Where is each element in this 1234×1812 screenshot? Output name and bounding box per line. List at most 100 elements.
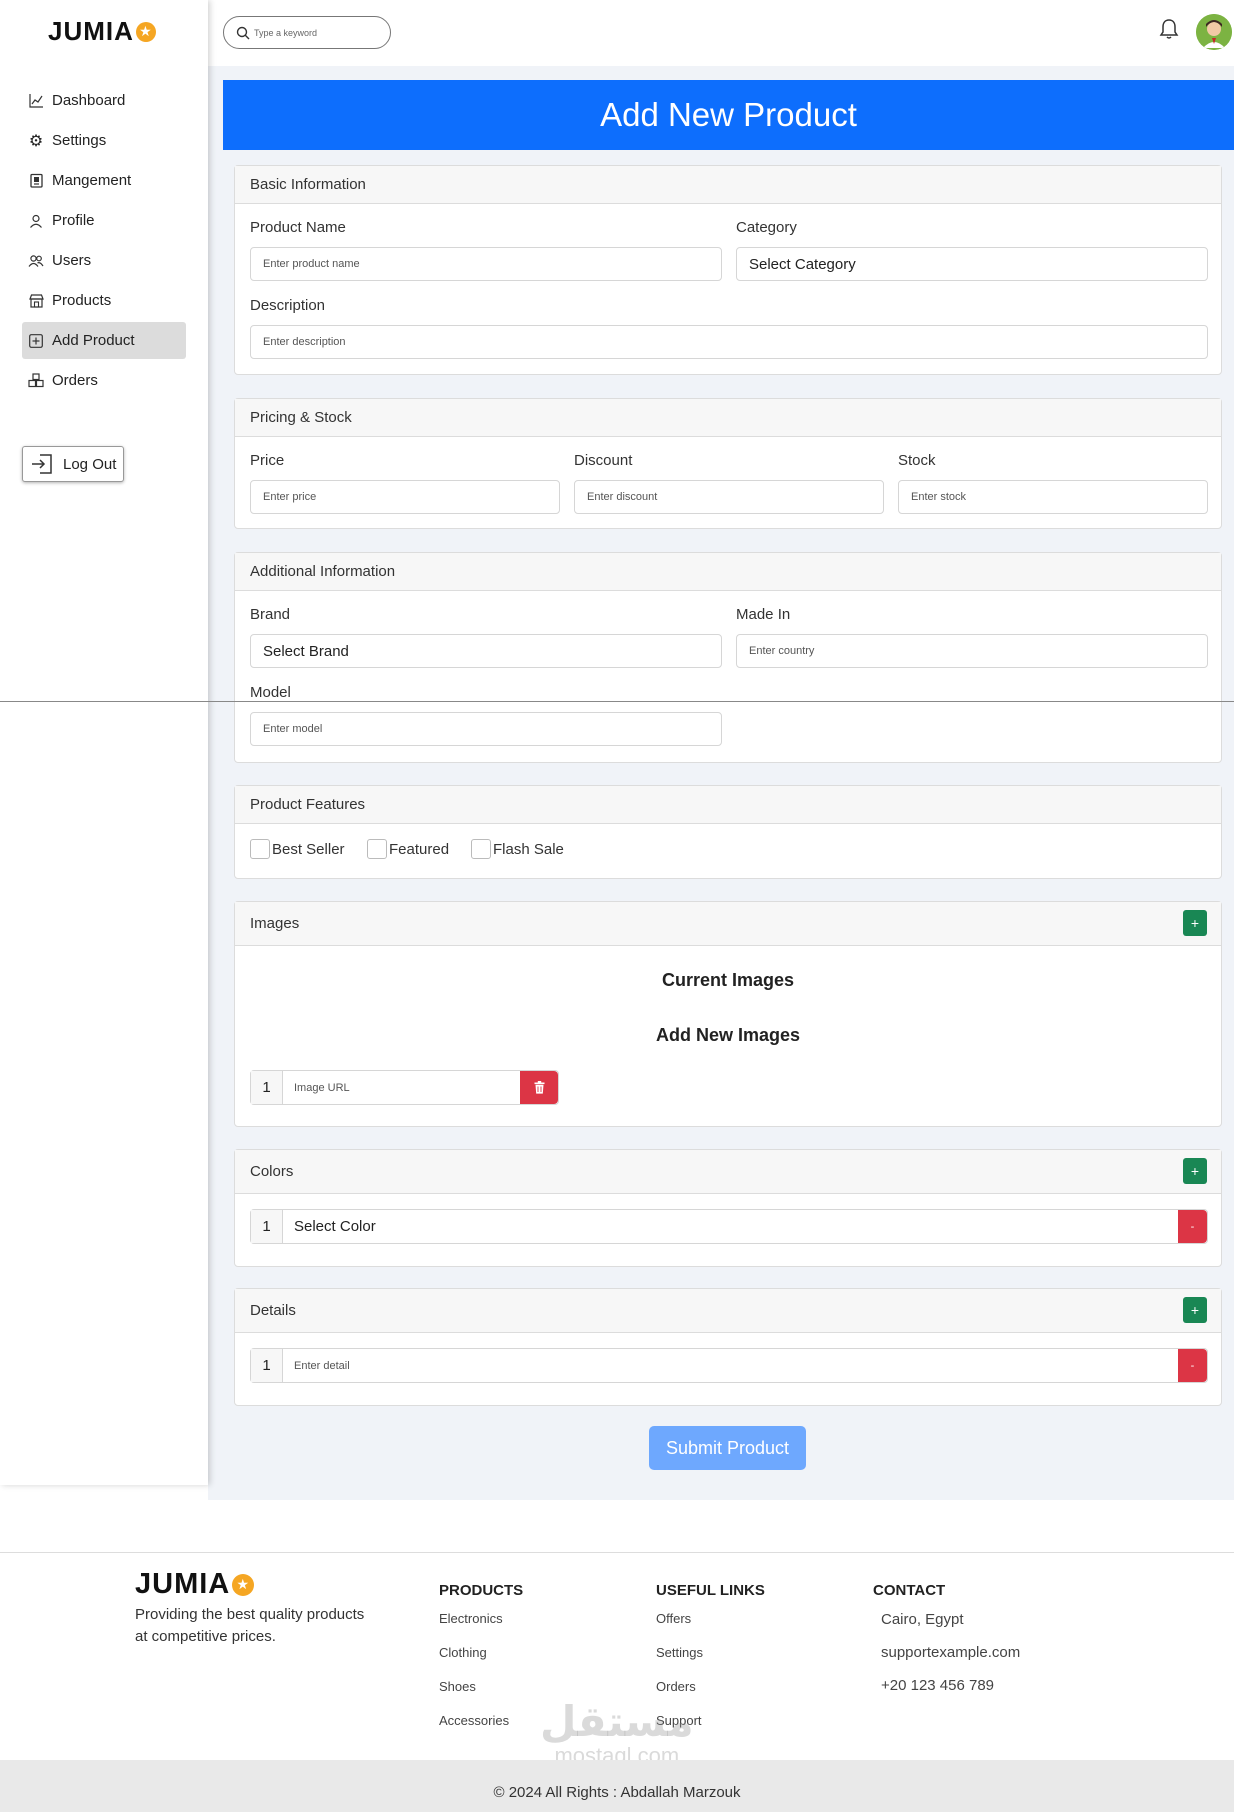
bell-icon[interactable] (1159, 18, 1179, 45)
store-icon (28, 293, 44, 309)
logout-button[interactable]: Log Out (22, 446, 124, 482)
sidebar-item-orders[interactable]: Orders (22, 362, 186, 399)
plus-square-icon (28, 333, 44, 349)
search-input[interactable]: Type a keyword (223, 16, 391, 49)
sidebar-item-profile[interactable]: Profile (22, 202, 186, 239)
featured-checkbox[interactable]: Featured (367, 839, 449, 859)
discount-input[interactable]: Enter discount (574, 480, 884, 514)
footer-contact-column: CONTACT Cairo, Egypt supportexample.com … (873, 1582, 1020, 1710)
row-number: 1 (251, 1210, 283, 1243)
description-label: Description (250, 297, 326, 314)
model-input[interactable]: Enter model (250, 712, 722, 746)
brand-logo[interactable]: JUMIA ★ (48, 16, 156, 47)
sidebar-item-add-product[interactable]: Add Product (22, 322, 186, 359)
person-icon (28, 213, 44, 229)
footer-column-heading: PRODUCTS (439, 1582, 524, 1599)
description-placeholder: Enter description (263, 336, 346, 348)
flash-sale-checkbox[interactable]: Flash Sale (471, 839, 564, 859)
footer-products-column: PRODUCTS Electronics Clothing Shoes Acce… (439, 1582, 523, 1747)
add-image-button[interactable]: + (1183, 910, 1207, 936)
sidebar-item-dashboard[interactable]: Dashboard (22, 82, 186, 119)
additional-information-card: Additional Information Brand Select Bran… (234, 552, 1222, 763)
footer-column-heading: CONTACT (873, 1582, 946, 1599)
card-header: Images + (235, 902, 1221, 946)
pricing-stock-card: Pricing & Stock Price Enter price Discou… (234, 398, 1222, 529)
delete-image-button[interactable] (520, 1071, 558, 1104)
row-number: 1 (251, 1349, 283, 1382)
copyright-text: © 2024 All Rights : Abdallah Marzouk (493, 1783, 741, 1801)
card-title: Colors (250, 1163, 294, 1180)
checkbox-box[interactable] (471, 839, 491, 859)
card-title: Product Features (235, 786, 1221, 824)
sidebar-item-mangement[interactable]: Mangement (22, 162, 186, 199)
stock-input[interactable]: Enter stock (898, 480, 1208, 514)
brand-name: JUMIA (135, 1568, 231, 1600)
star-icon: ★ (135, 21, 156, 42)
color-row: 1 Select Color - (250, 1209, 1208, 1244)
add-new-images-heading: Add New Images (655, 1025, 801, 1045)
sidebar: JUMIA ★ Dashboard ⚙ Settings Mangement Pr… (0, 0, 208, 1485)
sidebar-item-label: Add Product (52, 332, 135, 349)
contact-address: Cairo, Egypt (881, 1611, 964, 1628)
clipboard-icon (28, 173, 44, 189)
search-placeholder: Type a keyword (254, 27, 318, 38)
current-images-heading: Current Images (661, 970, 795, 990)
footer-link-accessories[interactable]: Accessories (439, 1713, 523, 1747)
sidebar-item-settings[interactable]: ⚙ Settings (22, 122, 186, 159)
image-url-row: 1 Image URL (250, 1070, 559, 1105)
footer-link-settings[interactable]: Settings (656, 1645, 765, 1679)
details-card: Details + 1 Enter detail - (234, 1288, 1222, 1406)
submit-product-button[interactable]: Submit Product (649, 1426, 806, 1470)
model-placeholder: Enter model (263, 723, 323, 735)
detail-placeholder: Enter detail (294, 1359, 350, 1372)
made-in-label: Made In (736, 606, 791, 623)
footer-link-offers[interactable]: Offers (656, 1611, 765, 1645)
footer-link-clothing[interactable]: Clothing (439, 1645, 523, 1679)
sidebar-item-label: Dashboard (52, 92, 126, 109)
row-number: 1 (251, 1071, 283, 1104)
product-name-label: Product Name (250, 219, 346, 236)
product-name-input[interactable]: Enter product name (250, 247, 722, 281)
checkbox-label: Best Seller (272, 840, 345, 858)
add-color-button[interactable]: + (1183, 1158, 1207, 1184)
checkbox-box[interactable] (250, 839, 270, 859)
price-placeholder: Enter price (263, 491, 317, 503)
brand-label: Brand (250, 606, 291, 623)
contact-email[interactable]: supportexample.com (873, 1644, 1020, 1677)
footer-link-shoes[interactable]: Shoes (439, 1679, 523, 1713)
color-select[interactable]: Select Color (283, 1210, 1178, 1243)
sidebar-item-label: Users (52, 252, 92, 269)
footer-logo[interactable]: JUMIA ★ (135, 1568, 255, 1601)
detail-input[interactable]: Enter detail (283, 1349, 1178, 1382)
footer-link-electronics[interactable]: Electronics (439, 1611, 523, 1645)
checkbox-label: Flash Sale (493, 840, 564, 858)
remove-color-button[interactable]: - (1178, 1210, 1207, 1243)
contact-phone[interactable]: +20 123 456 789 (873, 1677, 1020, 1710)
image-url-input[interactable]: Image URL (283, 1071, 520, 1104)
users-icon (28, 253, 44, 269)
remove-detail-button[interactable]: - (1178, 1349, 1207, 1382)
watermark-arabic: مستقل (540, 1698, 694, 1745)
checkbox-label: Featured (389, 840, 450, 858)
sidebar-item-label: Settings (52, 132, 107, 149)
avatar[interactable] (1196, 14, 1232, 50)
brand-selected-value: Select Brand (263, 642, 349, 660)
checkbox-box[interactable] (367, 839, 387, 859)
sidebar-item-users[interactable]: Users (22, 242, 186, 279)
add-detail-button[interactable]: + (1183, 1297, 1207, 1323)
made-in-placeholder: Enter country (749, 645, 815, 657)
sidebar-item-products[interactable]: Products (22, 282, 186, 319)
detail-row: 1 Enter detail - (250, 1348, 1208, 1383)
divider-line (0, 701, 1234, 702)
color-selected-value: Select Color (294, 1218, 376, 1235)
description-input[interactable]: Enter description (250, 325, 1208, 359)
made-in-input[interactable]: Enter country (736, 634, 1208, 668)
card-title: Basic Information (235, 166, 1221, 204)
discount-label: Discount (574, 452, 633, 469)
best-seller-checkbox[interactable]: Best Seller (250, 839, 345, 859)
app-root: Type a keyword JUMIA ★ Dashboard ⚙ Settin… (0, 0, 1234, 1812)
category-select[interactable]: Select Category (736, 247, 1208, 281)
price-input[interactable]: Enter price (250, 480, 560, 514)
product-features-card: Product Features Best Seller Featured Fl… (234, 785, 1222, 879)
brand-select[interactable]: Select Brand (250, 634, 722, 668)
